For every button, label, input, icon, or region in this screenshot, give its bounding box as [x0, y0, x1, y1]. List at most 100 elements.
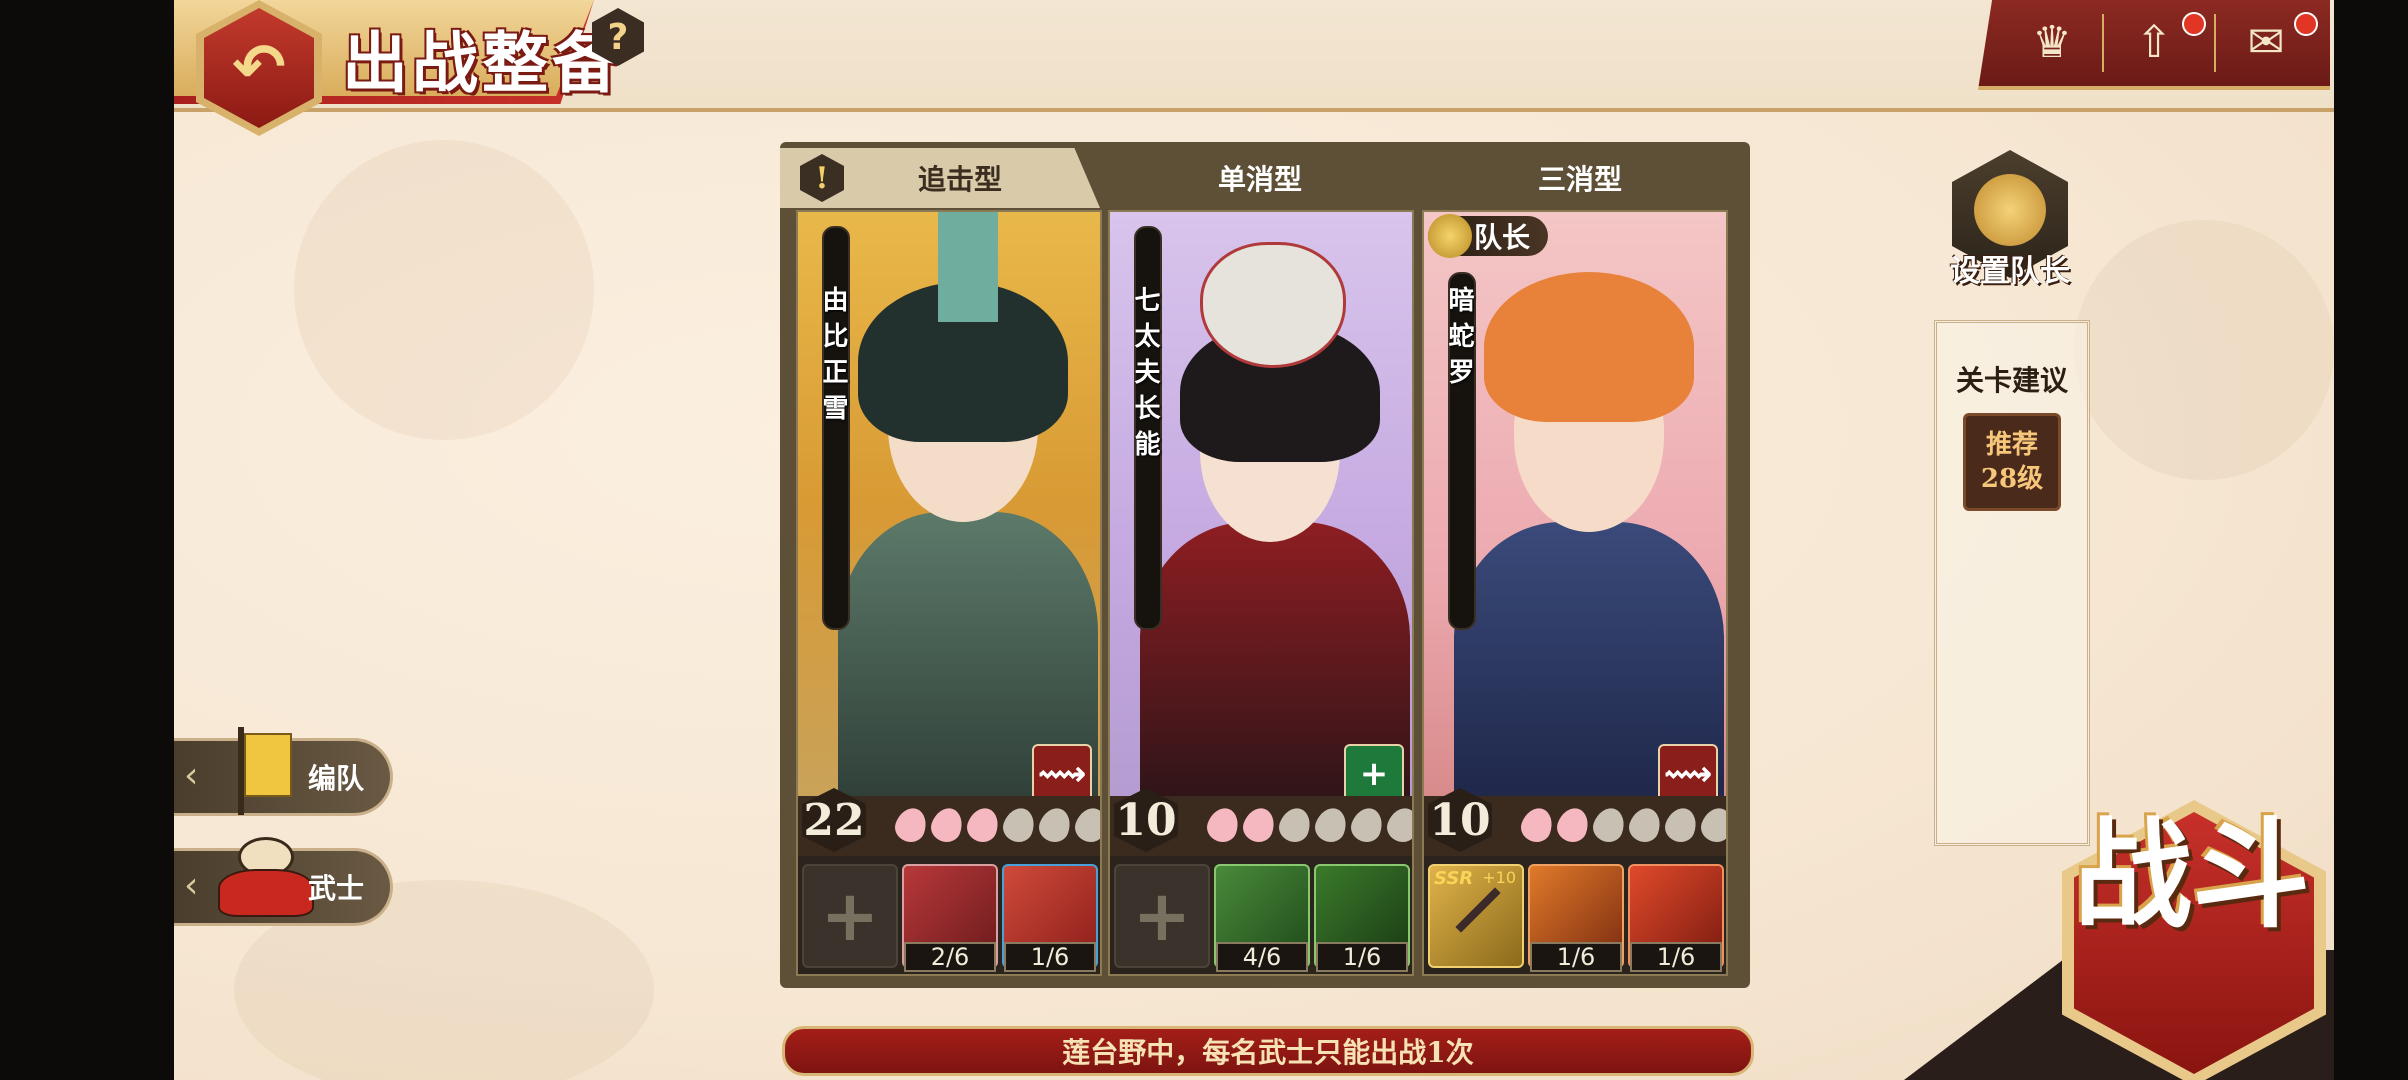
samurai-label: 武士: [308, 872, 365, 905]
petal-filled-icon: [1203, 803, 1243, 847]
equipment-slot-empty[interactable]: +: [1114, 864, 1210, 968]
samurai-card[interactable]: 七太夫长能 + 10 + 4/6 1/6: [1108, 210, 1414, 976]
skill-heal-icon[interactable]: +: [1344, 744, 1404, 804]
page-title: 出战整备: [342, 24, 622, 102]
mail-icon: ✉: [2247, 16, 2285, 68]
equipment-slot[interactable]: 4/6: [1214, 864, 1310, 972]
warning-icon[interactable]: !: [800, 154, 844, 202]
background-flower-decor: [2074, 220, 2334, 480]
tab-chase-type[interactable]: ! 追击型: [780, 148, 1100, 208]
captain-badge: 队长: [1428, 214, 1549, 258]
petal-empty-icon: [1697, 803, 1726, 847]
skill-claw-icon[interactable]: ⟿: [1032, 744, 1092, 804]
stage-advice-panel: 关卡建议 推荐 28级: [1934, 320, 2090, 846]
background-flower-decor: [294, 140, 594, 440]
toolbar-divider: [2102, 14, 2104, 72]
petal-empty-icon: [1589, 803, 1629, 847]
tab-single-match-type[interactable]: 单消型: [1100, 148, 1420, 208]
equipment-count: 1/6: [1630, 942, 1722, 972]
captain-coin-icon: [1974, 174, 2046, 246]
back-arrow-icon: ↶: [232, 31, 286, 105]
toolbar-divider: [2214, 14, 2216, 72]
petal-empty-icon: [999, 803, 1039, 847]
equipment-count: 4/6: [1216, 942, 1308, 972]
petal-filled-icon: [963, 803, 1003, 847]
tab-label: 单消型: [1217, 163, 1302, 196]
recommend-label: 推荐: [1985, 430, 2038, 460]
chevron-left-icon: ‹: [184, 755, 199, 796]
character-mask: [1200, 242, 1346, 368]
enhance-level: +10: [1482, 868, 1516, 887]
petal-filled-icon: [1239, 803, 1279, 847]
equipment-row: SSR +10 1/6 1/6: [1424, 856, 1726, 974]
petal-filled-icon: [1553, 803, 1593, 847]
team-type-tabs: ! 追击型 单消型 三消型: [780, 148, 1750, 208]
petal-filled-icon: [891, 803, 931, 847]
equipment-slot[interactable]: 1/6: [1628, 864, 1724, 972]
samurai-name: 由比正雪: [818, 286, 848, 430]
rule-notice-banner: 莲台野中，每名武士只能出战1次: [782, 1026, 1754, 1076]
petal-filled-icon: [1517, 803, 1557, 847]
profile-icon: ♛: [2032, 16, 2072, 68]
recommend-level: 28级: [1980, 464, 2044, 494]
formation-label: 编队: [308, 762, 365, 795]
left-letterbox: [0, 0, 174, 1080]
equipment-slot[interactable]: 2/6: [902, 864, 998, 972]
battle-label[interactable]: 战斗: [2074, 816, 2334, 1050]
equipment-slot[interactable]: 1/6: [1314, 864, 1410, 972]
equipment-row: + 2/6 1/6: [798, 856, 1100, 974]
captain-label: 队长: [1474, 221, 1531, 254]
tab-triple-match-type[interactable]: 三消型: [1420, 148, 1740, 208]
character-hat: [938, 212, 998, 322]
star-petals: [1203, 803, 1412, 847]
samurai-card[interactable]: 队长 暗蛇罗 ⟿ 10 SSR +10 1/6 1/6: [1422, 210, 1728, 976]
equipment-slot[interactable]: 1/6: [1528, 864, 1624, 972]
game-screen: ↶ 出战整备 ? ♛ ⇧ ✉ ! 追击型 单消型 三消型 由比正雪 ⟿ 22 +…: [174, 0, 2334, 1080]
petal-empty-icon: [1661, 803, 1701, 847]
samurai-button[interactable]: ‹ 武士: [174, 837, 393, 926]
captain-coin-icon: [1428, 214, 1472, 258]
equipment-slot-empty[interactable]: +: [802, 864, 898, 968]
ssr-tag: SSR: [1434, 868, 1474, 889]
skill-claw-icon[interactable]: ⟿: [1658, 744, 1718, 804]
equipment-count: 1/6: [1530, 942, 1622, 972]
set-captain-button[interactable]: 设置队长: [1946, 150, 2074, 294]
add-equipment-icon: +: [820, 875, 880, 957]
profile-button[interactable]: ♛: [2012, 10, 2092, 74]
recommended-level-badge: 推荐 28级: [1963, 413, 2061, 511]
equipment-row: + 4/6 1/6: [1110, 856, 1412, 974]
petal-empty-icon: [1071, 803, 1100, 847]
top-right-toolbar: ♛ ⇧ ✉: [1978, 0, 2330, 90]
tab-label: 追击型: [917, 163, 1002, 196]
petal-empty-icon: [1311, 803, 1351, 847]
samurai-name: 暗蛇罗: [1444, 286, 1474, 394]
petal-empty-icon: [1347, 803, 1387, 847]
chevron-left-icon: ‹: [184, 865, 199, 906]
petal-empty-icon: [1625, 803, 1665, 847]
right-letterbox: [2334, 0, 2408, 1080]
petal-empty-icon: [1383, 803, 1412, 847]
banner-flag-icon: [230, 727, 294, 815]
equipment-count: 2/6: [904, 942, 996, 972]
notification-dot: [2182, 12, 2206, 36]
petal-filled-icon: [927, 803, 967, 847]
star-petals: [1517, 803, 1726, 847]
formation-button[interactable]: ‹ 编队: [174, 727, 393, 816]
samurai-card[interactable]: 由比正雪 ⟿ 22 + 2/6 1/6: [796, 210, 1102, 976]
equipment-count: 1/6: [1004, 942, 1096, 972]
petal-empty-icon: [1275, 803, 1315, 847]
equipment-slot[interactable]: 1/6: [1002, 864, 1098, 972]
equipment-slot-weapon[interactable]: SSR +10: [1428, 864, 1524, 968]
add-equipment-icon: +: [1132, 875, 1192, 957]
tab-label: 三消型: [1537, 163, 1622, 196]
star-petals: [891, 803, 1100, 847]
petal-empty-icon: [1035, 803, 1075, 847]
samurai-helmet-icon: [218, 837, 314, 925]
equipment-count: 1/6: [1316, 942, 1408, 972]
samurai-name: 七太夫长能: [1130, 286, 1160, 466]
set-captain-label: 设置队长: [1950, 254, 2070, 289]
notification-dot: [2294, 12, 2318, 36]
spear-icon: [1455, 887, 1501, 933]
character-hair: [1484, 272, 1694, 422]
stage-advice-title: 关卡建议: [1955, 364, 2068, 397]
